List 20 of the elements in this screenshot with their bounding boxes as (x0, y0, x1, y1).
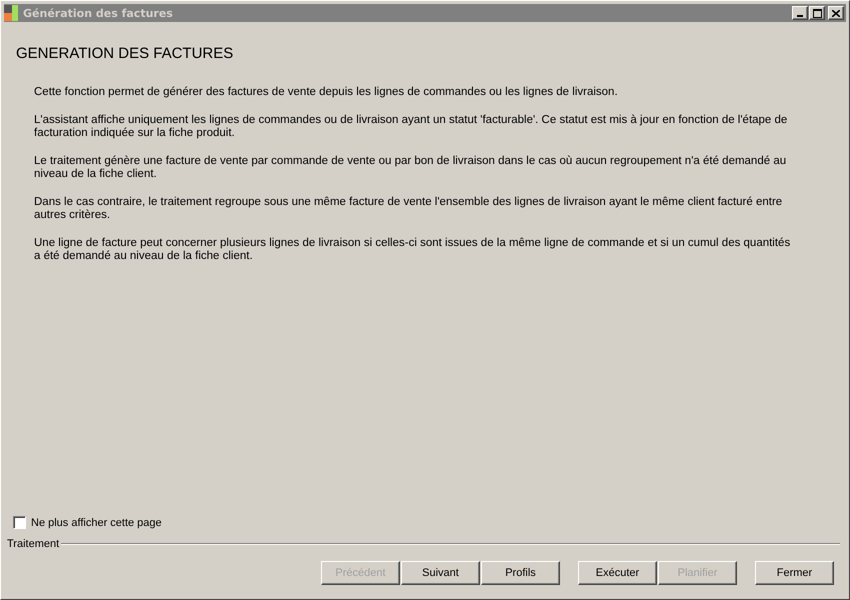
checkbox[interactable] (13, 516, 26, 529)
close-icon (832, 10, 840, 16)
action-button[interactable]: Profils (481, 561, 560, 585)
action-button[interactable]: Exécuter (578, 561, 657, 585)
action-button[interactable]: Fermer (755, 561, 834, 585)
description-paragraph: L'assistant affiche uniquement les lignes de commandes ou de livraison ayant un statut 'facturable'. Ce statut est mis à jour en fonction de l'étape de facturation indiquée sur la fiche produit. (34, 114, 788, 140)
description-paragraph: Cette fonction permet de générer des factures de vente depuis les lignes de commandes ou les lignes de livraison. (34, 86, 619, 99)
minimize-button[interactable] (792, 6, 808, 20)
close-button[interactable] (828, 6, 844, 20)
group-label: Traitement (7, 538, 60, 550)
description-paragraph: Une ligne de facture peut concerner plusieurs lignes de livraison si celles-ci sont issues de la même ligne de commande et si un cumul des quantités a été demandé au niveau de la fiche client. (34, 237, 792, 263)
window-title: Génération des factures (23, 6, 174, 20)
app-icon (4, 5, 20, 21)
action-button[interactable]: Suivant (401, 561, 480, 585)
checkbox-label: Ne plus afficher cette page (31, 516, 162, 528)
maximize-icon (812, 8, 822, 18)
maximize-button[interactable] (809, 6, 825, 20)
page-heading: GENERATION DES FACTURES (16, 45, 234, 62)
description-paragraph: Dans le cas contraire, le traitement regroupe sous une même facture de vente l'ensemble des lignes de livraison ayant le même client facturé entre autres critères. (34, 196, 784, 222)
description-paragraph: Le traitement génère une facture de vente par commande de vente ou par bon de livraison dans le cas où aucun regroupement n'a été demandé au niveau de la fiche client. (34, 155, 788, 181)
